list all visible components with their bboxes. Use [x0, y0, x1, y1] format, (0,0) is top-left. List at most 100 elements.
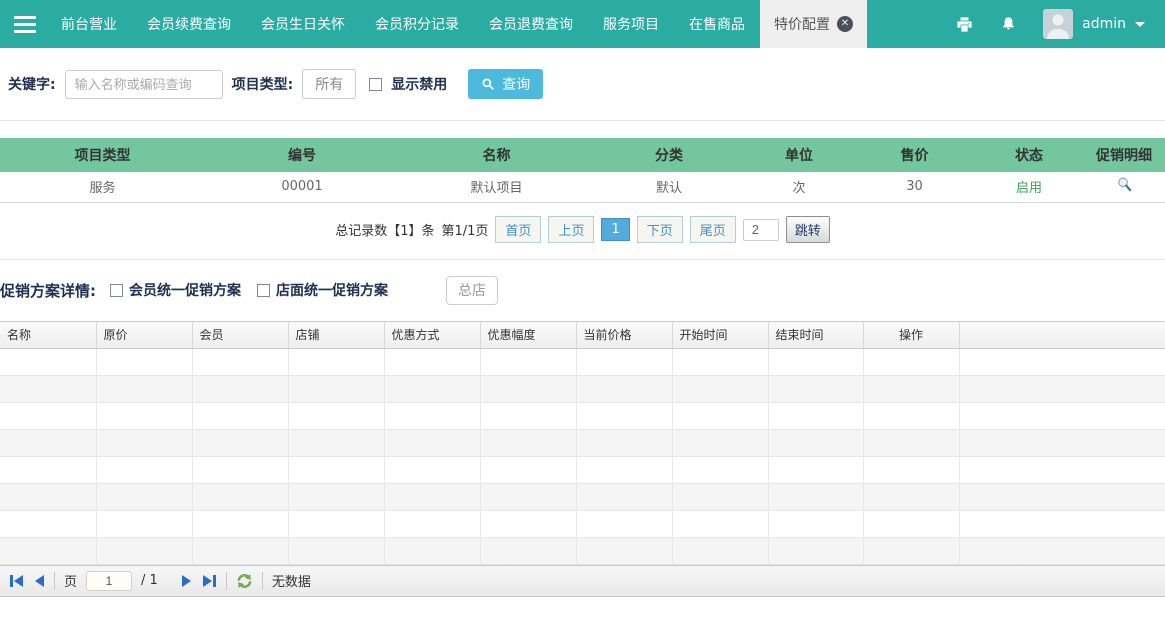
search-button[interactable]: 查询 — [468, 69, 543, 99]
col-discount-range[interactable]: 优惠幅度 — [480, 321, 576, 348]
promo-grid-empty-row — [0, 483, 1165, 510]
promo-grid-empty-cell — [672, 402, 768, 429]
col-current-price[interactable]: 当前价格 — [576, 321, 672, 348]
last-page-button[interactable]: 尾页 — [690, 216, 736, 243]
promo-grid-empty-cell — [0, 402, 96, 429]
col-category: 分类 — [594, 138, 744, 172]
promo-grid-empty-cell — [96, 537, 192, 564]
nav-item-service-items[interactable]: 服务项目 — [588, 0, 674, 48]
promo-grid-empty-cell — [768, 348, 863, 375]
promo-grid-empty-cell — [96, 348, 192, 375]
keyword-input[interactable] — [65, 70, 223, 99]
username-label: admin — [1082, 16, 1126, 32]
jump-button[interactable]: 跳转 — [786, 216, 830, 243]
promo-plan-bar: 促销方案详情: 会员统一促销方案 店面统一促销方案 总店 — [0, 260, 1165, 321]
promo-grid-empty-cell — [863, 537, 959, 564]
cell-unit: 次 — [744, 172, 854, 202]
col-promo-name[interactable]: 名称 — [0, 321, 96, 348]
chevron-down-icon — [1135, 22, 1145, 27]
promo-grid-empty-cell — [384, 429, 480, 456]
col-actions[interactable]: 操作 — [863, 321, 959, 348]
promo-grid-empty-cell — [96, 510, 192, 537]
col-original-price[interactable]: 原价 — [96, 321, 192, 348]
promo-grid-empty-cell — [672, 537, 768, 564]
close-tab-icon[interactable] — [837, 16, 853, 32]
promo-grid-empty-row — [0, 456, 1165, 483]
col-store[interactable]: 店铺 — [288, 321, 384, 348]
notifications-bell-icon[interactable] — [1000, 15, 1017, 34]
top-navbar: 前台营业 会员续费查询 会员生日关怀 会员积分记录 会员退费查询 服务项目 在售… — [0, 0, 1165, 48]
nav-item-birthday-care[interactable]: 会员生日关怀 — [246, 0, 360, 48]
promo-grid-empty-cell — [192, 456, 288, 483]
store-unified-plan-label: 店面统一促销方案 — [276, 280, 388, 300]
prev-page-button[interactable]: 上页 — [548, 216, 594, 243]
nav-item-front-desk[interactable]: 前台营业 — [46, 0, 132, 48]
pager-page-input[interactable] — [86, 571, 132, 591]
promo-grid-empty-cell — [863, 429, 959, 456]
promo-grid-empty-cell — [768, 537, 863, 564]
promo-grid-empty-cell — [863, 483, 959, 510]
col-code: 编号 — [205, 138, 399, 172]
promo-grid-empty-cell — [480, 483, 576, 510]
pager-separator — [262, 572, 263, 590]
promo-grid-empty-cell — [959, 537, 1165, 564]
status-enabled-link[interactable]: 启用 — [1016, 181, 1042, 196]
page-summary: 第1/1页 — [441, 220, 488, 239]
pager-prev-icon[interactable] — [33, 574, 45, 588]
promo-detail-magnifier-icon[interactable] — [1116, 176, 1133, 197]
search-button-label: 查询 — [502, 74, 530, 94]
nav-item-points-record[interactable]: 会员积分记录 — [360, 0, 474, 48]
pager-last-icon[interactable] — [202, 574, 217, 588]
promo-grid-empty-cell — [384, 348, 480, 375]
menu-icon[interactable] — [0, 0, 46, 48]
promo-grid-empty-cell — [768, 402, 863, 429]
pager-next-icon[interactable] — [181, 574, 193, 588]
promo-grid-empty-cell — [672, 375, 768, 402]
store-unified-plan-checkbox[interactable] — [257, 284, 270, 297]
promo-grid-empty-cell — [768, 375, 863, 402]
goto-page-input[interactable] — [743, 219, 779, 241]
col-end-time[interactable]: 结束时间 — [768, 321, 863, 348]
col-discount-method[interactable]: 优惠方式 — [384, 321, 480, 348]
search-icon — [481, 77, 495, 91]
promo-grid-empty-cell — [863, 348, 959, 375]
first-page-button[interactable]: 首页 — [495, 216, 541, 243]
promo-grid-empty-cell — [768, 483, 863, 510]
navbar-right: admin — [955, 0, 1165, 48]
promo-grid-empty-cell — [576, 348, 672, 375]
nav-item-renewal-query[interactable]: 会员续费查询 — [132, 0, 246, 48]
col-member[interactable]: 会员 — [192, 321, 288, 348]
tab-special-price-config[interactable]: 特价配置 — [760, 0, 867, 48]
col-start-time[interactable]: 开始时间 — [672, 321, 768, 348]
pager-first-icon[interactable] — [9, 574, 24, 588]
current-page-button[interactable]: 1 — [601, 218, 629, 241]
item-type-label: 项目类型: — [232, 74, 294, 94]
promo-grid-empty-cell — [863, 402, 959, 429]
pager-separator — [226, 572, 227, 590]
promo-grid-empty-cell — [96, 456, 192, 483]
keyword-label: 关键字: — [8, 74, 56, 94]
promo-grid-empty-cell — [0, 537, 96, 564]
promo-grid-empty-cell — [288, 375, 384, 402]
print-icon[interactable] — [955, 15, 974, 34]
nav-item-refund-query[interactable]: 会员退费查询 — [474, 0, 588, 48]
promo-grid-empty-cell — [288, 483, 384, 510]
show-disabled-checkbox[interactable] — [369, 78, 382, 91]
head-store-button[interactable]: 总店 — [446, 276, 498, 305]
pager-page-total: / 1 — [141, 573, 158, 588]
promo-grid-empty-cell — [672, 429, 768, 456]
member-unified-plan-checkbox[interactable] — [110, 284, 123, 297]
promo-grid-empty-cell — [384, 402, 480, 429]
next-page-button[interactable]: 下页 — [637, 216, 683, 243]
user-menu[interactable]: admin — [1043, 9, 1145, 39]
promo-grid-empty-cell — [96, 483, 192, 510]
member-unified-plan-label: 会员统一促销方案 — [129, 280, 241, 300]
promo-grid-empty-cell — [959, 510, 1165, 537]
promo-grid-empty-cell — [480, 537, 576, 564]
item-type-select[interactable]: 所有 — [302, 69, 356, 99]
promo-grid-empty-row — [0, 402, 1165, 429]
promo-detail-title: 促销方案详情: — [0, 280, 96, 301]
refresh-icon[interactable] — [236, 573, 253, 589]
promo-grid-empty-cell — [863, 456, 959, 483]
nav-item-goods-on-sale[interactable]: 在售商品 — [674, 0, 760, 48]
